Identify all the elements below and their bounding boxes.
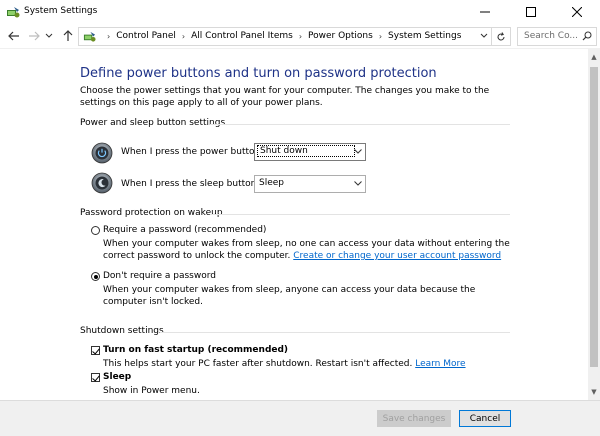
breadcrumb-all-items[interactable]: All Control Panel Items bbox=[191, 31, 293, 41]
maximize-icon bbox=[526, 7, 536, 17]
change-password-link[interactable]: Create or change your user account passw… bbox=[293, 251, 501, 261]
forward-button[interactable] bbox=[26, 28, 42, 44]
maximize-button[interactable] bbox=[508, 0, 554, 24]
address-bar[interactable]: › Control Panel › All Control Panel Item… bbox=[78, 27, 492, 46]
fast-startup-label[interactable]: Turn on fast startup (recommended) bbox=[103, 345, 288, 355]
scroll-down-icon[interactable]: ▼ bbox=[588, 386, 600, 398]
sleep-button-action-select[interactable]: Sleep bbox=[254, 175, 366, 193]
breadcrumb-separator: › bbox=[378, 31, 383, 41]
page-description: Choose the power settings that you want … bbox=[80, 86, 490, 108]
minimize-icon bbox=[480, 11, 490, 13]
section-divider bbox=[210, 124, 510, 125]
breadcrumb-separator: › bbox=[298, 31, 303, 41]
forward-arrow-icon bbox=[29, 31, 40, 41]
search-input[interactable]: Search Co... bbox=[517, 27, 597, 46]
close-icon bbox=[572, 7, 582, 17]
breadcrumb-control-panel[interactable]: Control Panel bbox=[116, 31, 176, 41]
up-arrow-icon bbox=[63, 30, 73, 41]
footer-bar: Save changes Cancel bbox=[0, 400, 600, 436]
breadcrumb: › Control Panel › All Control Panel Item… bbox=[101, 31, 461, 41]
scroll-up-icon[interactable]: ▲ bbox=[588, 51, 600, 63]
learn-more-link[interactable]: Learn More bbox=[415, 359, 465, 369]
breadcrumb-power-options[interactable]: Power Options bbox=[308, 31, 373, 41]
shutdown-section-title: Shutdown settings bbox=[80, 326, 164, 336]
vertical-scrollbar[interactable]: ▲ ▼ bbox=[588, 49, 600, 400]
dont-require-password-description: When your computer wakes from sleep, any… bbox=[103, 285, 476, 307]
refresh-button[interactable] bbox=[492, 27, 511, 46]
scrollbar-thumb[interactable] bbox=[590, 67, 598, 367]
require-password-description: When your computer wakes from sleep, no … bbox=[103, 238, 513, 262]
power-options-app-icon bbox=[7, 7, 20, 18]
control-panel-icon bbox=[83, 31, 96, 42]
search-icon bbox=[582, 31, 592, 41]
power-button-action-value: Shut down bbox=[257, 145, 355, 157]
sleep-menu-label[interactable]: Sleep bbox=[103, 372, 131, 382]
chevron-down-icon bbox=[45, 33, 53, 38]
back-arrow-icon bbox=[8, 31, 19, 41]
power-button-icon bbox=[91, 142, 113, 164]
window-title: System Settings bbox=[24, 6, 98, 16]
section-divider bbox=[160, 332, 510, 333]
search-placeholder: Search Co... bbox=[524, 31, 578, 41]
minimize-button[interactable] bbox=[462, 0, 508, 24]
main-content: Define power buttons and turn on passwor… bbox=[0, 49, 588, 400]
save-changes-button[interactable]: Save changes bbox=[377, 410, 451, 427]
address-dropdown-icon[interactable] bbox=[479, 31, 489, 41]
power-button-label: When I press the power button: bbox=[121, 147, 264, 157]
recent-locations-button[interactable] bbox=[44, 28, 54, 44]
page-title: Define power buttons and turn on passwor… bbox=[80, 66, 437, 81]
breadcrumb-system-settings[interactable]: System Settings bbox=[388, 31, 461, 41]
up-button[interactable] bbox=[60, 28, 76, 44]
sleep-button-label: When I press the sleep button: bbox=[121, 179, 260, 189]
title-bar: System Settings bbox=[0, 0, 600, 24]
dont-require-password-radio[interactable] bbox=[91, 272, 100, 281]
close-button[interactable] bbox=[554, 0, 600, 24]
breadcrumb-separator: › bbox=[181, 31, 186, 41]
sleep-menu-checkbox[interactable] bbox=[91, 373, 100, 382]
fast-startup-desc-text: This helps start your PC faster after sh… bbox=[103, 359, 413, 369]
cancel-button[interactable]: Cancel bbox=[459, 410, 511, 427]
fast-startup-description: This helps start your PC faster after sh… bbox=[103, 358, 513, 370]
dont-require-password-label[interactable]: Don't require a password bbox=[103, 271, 216, 281]
sleep-menu-description: Show in Power menu. bbox=[103, 386, 200, 396]
power-section-title: Power and sleep button settings bbox=[80, 118, 226, 128]
sleep-button-action-value: Sleep bbox=[259, 178, 285, 188]
back-button[interactable] bbox=[6, 28, 22, 44]
refresh-icon bbox=[497, 31, 505, 40]
section-divider bbox=[210, 214, 510, 215]
navigation-bar: › Control Panel › All Control Panel Item… bbox=[0, 24, 600, 49]
chevron-down-icon bbox=[354, 149, 362, 154]
fast-startup-checkbox[interactable] bbox=[91, 346, 100, 355]
require-password-radio[interactable] bbox=[91, 226, 100, 235]
sleep-button-icon bbox=[91, 172, 113, 194]
chevron-down-icon bbox=[354, 181, 362, 186]
password-section-title: Password protection on wakeup bbox=[80, 208, 223, 218]
require-password-label[interactable]: Require a password (recommended) bbox=[103, 225, 266, 235]
power-button-action-select[interactable]: Shut down bbox=[254, 143, 366, 161]
breadcrumb-separator: › bbox=[107, 31, 111, 41]
